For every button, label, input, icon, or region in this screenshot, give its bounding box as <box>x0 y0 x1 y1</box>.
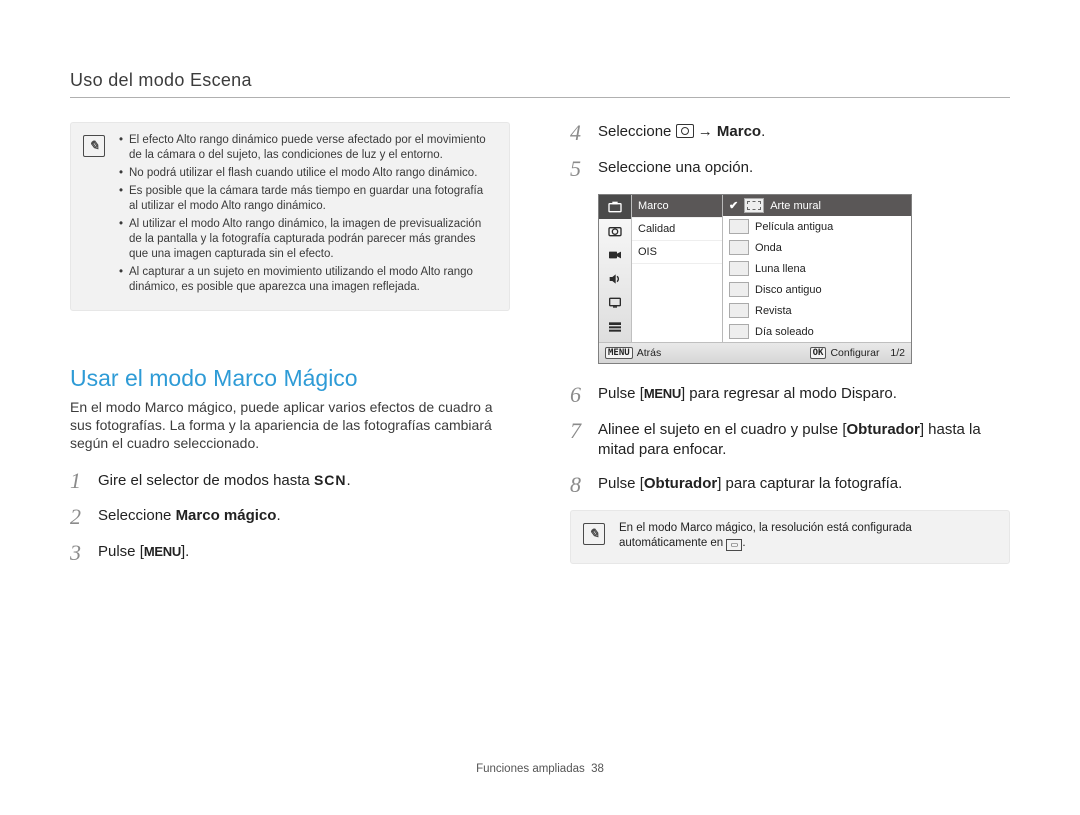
scn-icon: SCN <box>314 472 347 488</box>
menu-mid-ois: OIS <box>632 241 722 264</box>
sidebar-settings-icon <box>599 315 631 339</box>
step-number: 2 <box>70 506 84 528</box>
menu-right-column: ✔ Arte mural Película antigua Onda Luna … <box>723 195 911 342</box>
note-icon: ✎ <box>583 523 605 545</box>
step-8: 8 Pulse [Obturador] para capturar la fot… <box>570 474 1010 496</box>
step-6: 6 Pulse [MENU] para regresar al modo Dis… <box>570 384 1010 406</box>
step-text: Pulse [Obturador] para capturar la fotog… <box>598 474 1010 496</box>
menu-icon: MENU <box>644 386 681 401</box>
left-column: ✎ El efecto Alto rango dinámico puede ve… <box>70 122 510 578</box>
step-number: 3 <box>70 542 84 564</box>
step-text: Seleccione → Marco. <box>598 122 1010 144</box>
step-text: Pulse [MENU]. <box>98 542 510 564</box>
step-number: 8 <box>570 474 584 496</box>
menu-mid-calidad: Calidad <box>632 218 722 241</box>
resolution-icon: ▭ <box>726 539 742 551</box>
note-item: El efecto Alto rango dinámico puede vers… <box>119 133 495 163</box>
step-number: 7 <box>570 420 584 460</box>
menu-right-dia: Día soleado <box>723 321 911 342</box>
menu-foot-page: 1/2 <box>890 347 905 359</box>
sidebar-camera-icon <box>599 219 631 243</box>
step-number: 4 <box>570 122 584 144</box>
menu-mid-marco: Marco <box>632 195 722 218</box>
menu-foot-back: Atrás <box>637 347 662 359</box>
step-2: 2 Seleccione Marco mágico. <box>70 506 510 528</box>
menu-right-revista: Revista <box>723 300 911 321</box>
section-title: Usar el modo Marco Mágico <box>70 365 510 392</box>
frame-thumb-icon <box>729 261 749 276</box>
sidebar-display-icon <box>599 291 631 315</box>
step-text: Seleccione una opción. <box>598 158 1010 180</box>
menu-right-pelicula: Película antigua <box>723 216 911 237</box>
header-divider <box>70 97 1010 98</box>
step-7: 7 Alinee el sujeto en el cuadro y pulse … <box>570 420 1010 460</box>
sidebar-scene-icon <box>599 195 631 219</box>
frame-thumb-icon <box>729 219 749 234</box>
section-intro: En el modo Marco mágico, puede aplicar v… <box>70 398 510 452</box>
step-number: 1 <box>70 470 84 492</box>
frame-thumb-icon <box>729 282 749 297</box>
menu-footer: MENU Atrás OK Configurar 1/2 <box>599 342 911 363</box>
frame-thumb-icon <box>729 303 749 318</box>
right-column: 4 Seleccione → Marco. 5 Seleccione una o… <box>570 122 1010 578</box>
frame-thumb-icon <box>729 240 749 255</box>
page-footer: Funciones ampliadas 38 <box>0 763 1080 775</box>
camera-icon <box>676 124 694 138</box>
step-text: Pulse [MENU] para regresar al modo Dispa… <box>598 384 1010 406</box>
steps-right: 4 Seleccione → Marco. 5 Seleccione una o… <box>570 122 1010 180</box>
step-4: 4 Seleccione → Marco. <box>570 122 1010 144</box>
info-note-box-2: ✎ En el modo Marco mágico, la resolución… <box>570 510 1010 564</box>
note-item: Al capturar a un sujeto en movimiento ut… <box>119 265 495 295</box>
menu-right-arte: ✔ Arte mural <box>723 195 911 216</box>
note-list: El efecto Alto rango dinámico puede vers… <box>119 133 495 298</box>
ok-button-icon: OK <box>810 347 827 359</box>
note-item: Es posible que la cámara tarde más tiemp… <box>119 184 495 214</box>
step-1: 1 Gire el selector de modos hasta SCN. <box>70 470 510 492</box>
note-text: En el modo Marco mágico, la resolución e… <box>619 521 995 551</box>
menu-right-onda: Onda <box>723 237 911 258</box>
sidebar-video-icon <box>599 243 631 267</box>
menu-button-icon: MENU <box>605 347 633 359</box>
note-item: No podrá utilizar el flash cuando utilic… <box>119 166 495 181</box>
step-text: Gire el selector de modos hasta SCN. <box>98 470 510 492</box>
menu-middle-column: Marco Calidad OIS <box>632 195 723 342</box>
frame-thumb-icon <box>744 198 764 213</box>
steps-left: 1 Gire el selector de modos hasta SCN. 2… <box>70 470 510 564</box>
sidebar-sound-icon <box>599 267 631 291</box>
steps-right-2: 6 Pulse [MENU] para regresar al modo Dis… <box>570 384 1010 496</box>
step-3: 3 Pulse [MENU]. <box>70 542 510 564</box>
step-number: 6 <box>570 384 584 406</box>
check-icon: ✔ <box>729 199 738 212</box>
frame-thumb-icon <box>729 324 749 339</box>
step-text: Seleccione Marco mágico. <box>98 506 510 528</box>
menu-foot-config: Configurar <box>830 347 879 359</box>
page-header-title: Uso del modo Escena <box>70 70 1010 91</box>
menu-right-luna: Luna llena <box>723 258 911 279</box>
step-text: Alinee el sujeto en el cuadro y pulse [O… <box>598 420 1010 460</box>
menu-right-disco: Disco antiguo <box>723 279 911 300</box>
note-item: Al utilizar el modo Alto rango dinámico,… <box>119 217 495 262</box>
note-icon: ✎ <box>83 135 105 157</box>
menu-sidebar <box>599 195 632 342</box>
menu-icon: MENU <box>144 544 181 559</box>
step-number: 5 <box>570 158 584 180</box>
step-5: 5 Seleccione una opción. <box>570 158 1010 180</box>
info-note-box: ✎ El efecto Alto rango dinámico puede ve… <box>70 122 510 311</box>
camera-menu-screenshot: Marco Calidad OIS ✔ Arte mural Película … <box>598 194 912 364</box>
